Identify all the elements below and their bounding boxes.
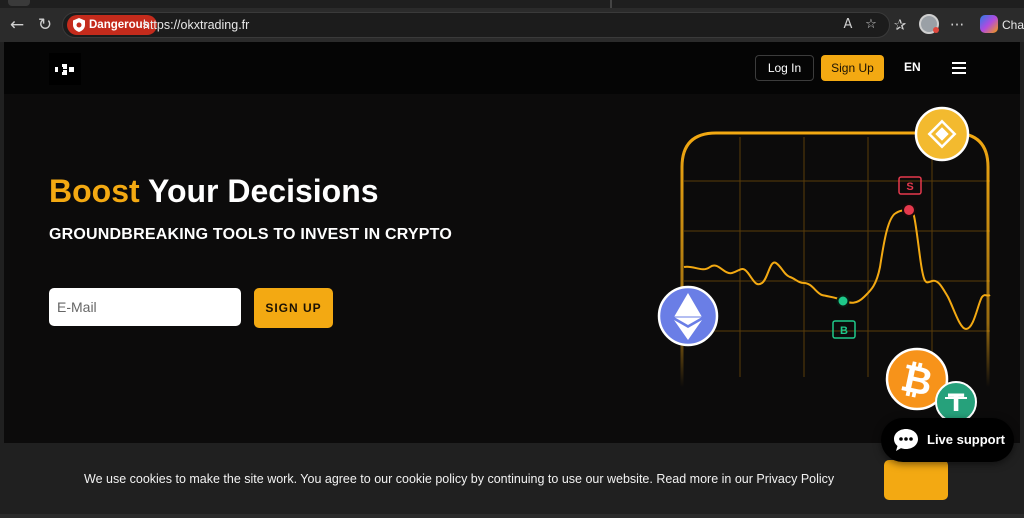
hero-title-rest: Your Decisions <box>139 173 379 209</box>
cookie-banner: We use cookies to make the site work. Yo… <box>4 443 1020 514</box>
url-text[interactable]: https://okxtrading.fr <box>143 13 249 37</box>
favorites-icon[interactable]: ✰ <box>889 14 911 36</box>
chart-frame <box>680 131 990 387</box>
sell-marker: S <box>898 176 922 217</box>
chart-grid <box>684 137 990 377</box>
security-badge-label: Dangerous <box>89 19 150 31</box>
address-bar[interactable]: Dangerous https://okxtrading.fr A ☆ <box>62 12 890 38</box>
hero-subtitle: GROUNDBREAKING TOOLS TO INVEST IN CRYPTO <box>49 226 452 243</box>
cookie-banner-text: We use cookies to make the site work. Yo… <box>84 472 835 486</box>
hero-title-accent: Boost <box>49 173 140 209</box>
web-page: Log In Sign Up EN Boost Your Decisions G… <box>4 42 1020 514</box>
copilot-icon[interactable] <box>980 15 998 33</box>
browser-chrome: ← ↻ Dangerous https://okxtrading.fr A ☆ … <box>0 0 1024 42</box>
okx-logo[interactable] <box>49 53 81 85</box>
header-signup-button[interactable]: Sign Up <box>821 55 884 81</box>
bnb-icon <box>914 106 970 162</box>
site-header: Log In Sign Up EN <box>4 42 1020 94</box>
tab-divider <box>610 0 612 8</box>
more-options-icon[interactable]: ··· <box>946 14 968 36</box>
read-aloud-icon[interactable]: A <box>839 16 857 34</box>
login-button[interactable]: Log In <box>755 55 814 81</box>
hamburger-menu-icon[interactable] <box>952 62 966 74</box>
buy-marker-label: B <box>840 325 848 337</box>
back-arrow-icon[interactable]: ← <box>6 14 28 36</box>
ethereum-icon <box>657 285 719 347</box>
refresh-icon[interactable]: ↻ <box>34 14 56 36</box>
shield-icon <box>73 18 85 32</box>
live-support-button[interactable]: Live support <box>881 418 1014 462</box>
chat-button-label[interactable]: Chat <box>1002 14 1024 36</box>
language-selector[interactable]: EN <box>904 60 921 74</box>
tab-strip <box>0 0 1024 8</box>
hero-title: Boost Your Decisions <box>49 173 379 210</box>
tether-icon: T <box>935 381 977 422</box>
hero-signup-button[interactable]: SIGN UP <box>254 288 333 328</box>
sell-marker-label: S <box>906 181 913 193</box>
email-input[interactable] <box>49 288 241 326</box>
profile-avatar[interactable] <box>919 14 939 34</box>
live-support-label: Live support <box>927 432 1006 447</box>
tab[interactable] <box>8 0 30 6</box>
price-line <box>683 207 991 331</box>
trading-chart-illustration: S B ₿ T <box>657 106 991 422</box>
cookie-accept-button[interactable] <box>884 460 948 500</box>
window-bottom-edge <box>0 514 1024 518</box>
chat-bubble-icon <box>894 429 918 451</box>
svg-text:T: T <box>948 389 965 417</box>
favorite-star-icon[interactable]: ☆ <box>862 16 880 34</box>
